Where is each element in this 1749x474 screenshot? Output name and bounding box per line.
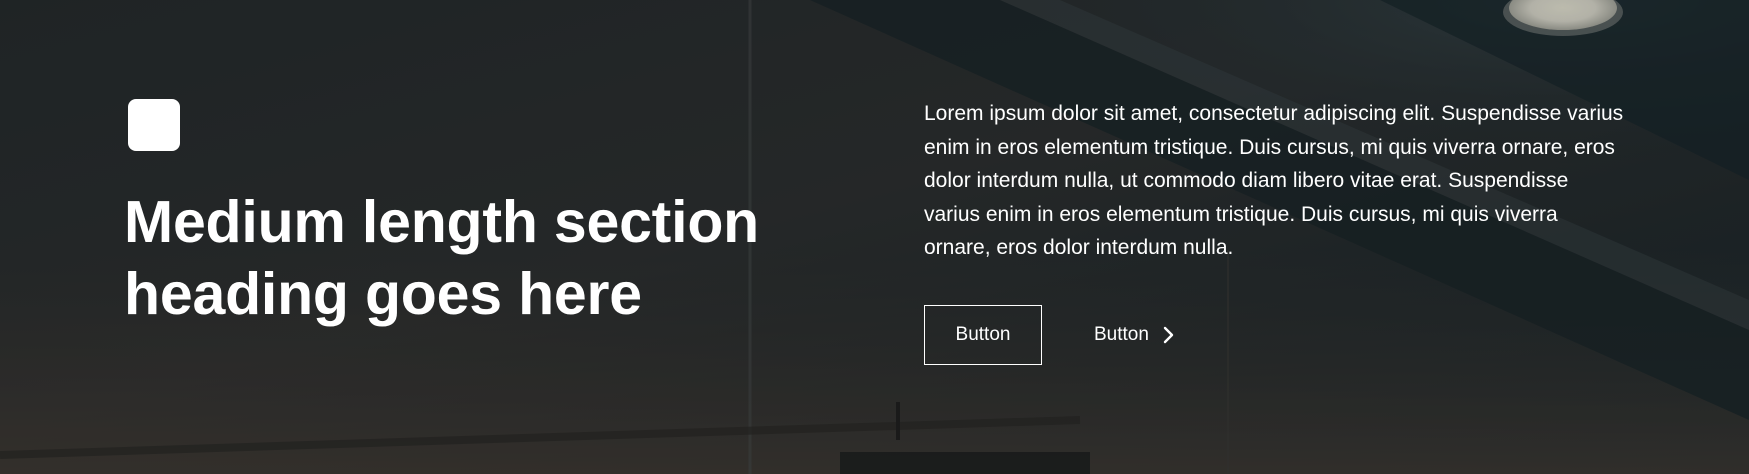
hero-section: Medium length section heading goes here …	[0, 0, 1749, 474]
section-body-text: Lorem ipsum dolor sit amet, consectetur …	[924, 102, 1624, 259]
chevron-right-icon	[1163, 326, 1174, 344]
section-heading: Medium length section heading goes here	[124, 189, 760, 327]
primary-button[interactable]: Button	[924, 305, 1042, 365]
secondary-button-label: Button	[1094, 324, 1149, 345]
secondary-link-button[interactable]: Button	[1094, 305, 1177, 365]
square-logo-icon	[128, 99, 180, 151]
primary-button-label: Button	[955, 324, 1011, 345]
